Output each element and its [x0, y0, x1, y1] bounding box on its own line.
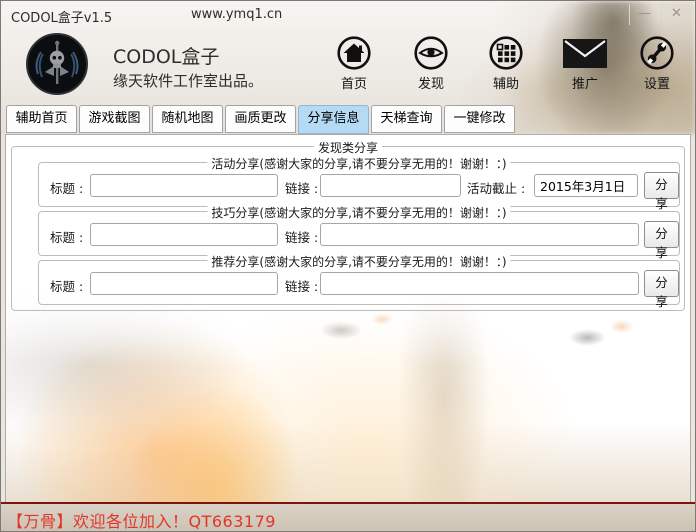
nav-item-home[interactable]: 首页 [322, 35, 386, 92]
close-icon: ✕ [671, 6, 682, 21]
nav-label-settings: 设置 [625, 73, 689, 92]
tab-onekey-modify[interactable]: 一键修改 [444, 105, 515, 133]
title-label: 标题 : [50, 276, 83, 295]
home-icon [322, 35, 386, 71]
minimize-button[interactable]: — [629, 4, 659, 25]
nav-item-promote[interactable]: 推广 [553, 35, 617, 92]
activity-share-button[interactable]: 分享 [644, 172, 679, 199]
tab-random-map[interactable]: 随机地图 [152, 105, 223, 133]
wrench-icon [625, 35, 689, 71]
tab-share-info[interactable]: 分享信息 [298, 105, 369, 134]
title-label: 标题 : [50, 178, 83, 197]
eye-icon [399, 35, 463, 71]
deadline-label: 活动截止 : [467, 178, 525, 197]
footer-bar: 【万骨】欢迎各位加入！QT663179 [1, 502, 695, 531]
title-label: 标题 : [50, 227, 83, 246]
recommend-title-input[interactable] [90, 272, 278, 295]
share-section-activity: 活动分享(感谢大家的分享,请不要分享无用的！谢谢！：) 标题 : 链接 : 活动… [38, 162, 680, 207]
link-label: 链接 : [285, 178, 318, 197]
share-section-recommend: 推荐分享(感谢大家的分享,请不要分享无用的！谢谢！：) 标题 : 链接 : 分享 [38, 260, 680, 305]
tab-game-screenshot[interactable]: 游戏截图 [79, 105, 150, 133]
share-section-recommend-legend: 推荐分享(感谢大家的分享,请不要分享无用的！谢谢！：) [207, 253, 510, 270]
nav-item-settings[interactable]: 设置 [625, 35, 689, 92]
nav-label-discover: 发现 [399, 73, 463, 92]
nav-label-assist: 辅助 [474, 73, 538, 92]
tab-bar: 辅助首页 游戏截图 随机地图 画质更改 分享信息 天梯查询 一键修改 [1, 101, 695, 134]
tips-title-input[interactable] [90, 223, 278, 246]
tips-share-button[interactable]: 分享 [644, 221, 679, 248]
app-name: CODOL盒子 [113, 42, 219, 69]
envelope-icon [553, 35, 617, 71]
share-section-tips: 技巧分享(感谢大家的分享,请不要分享无用的！谢谢！：) 标题 : 链接 : 分享 [38, 211, 680, 256]
titlebar: CODOL盒子v1.5 www.ymq1.cn — ✕ [1, 1, 695, 29]
minimize-icon: — [638, 6, 651, 21]
app-window: CODOL盒子v1.5 www.ymq1.cn — ✕ CODOL [0, 0, 696, 532]
share-section-tips-legend: 技巧分享(感谢大家的分享,请不要分享无用的！谢谢！：) [207, 204, 510, 221]
nav-item-discover[interactable]: 发现 [399, 35, 463, 92]
tab-ladder-query[interactable]: 天梯查询 [371, 105, 442, 133]
close-button[interactable]: ✕ [661, 4, 691, 25]
app-header: CODOL盒子 缘天软件工作室出品。 首页 发现 [1, 29, 695, 101]
recommend-share-button[interactable]: 分享 [644, 270, 679, 297]
content-panel: 发现类分享 活动分享(感谢大家的分享,请不要分享无用的！谢谢！：) 标题 : 链… [5, 134, 691, 504]
footer-announcement: 【万骨】欢迎各位加入！QT663179 [7, 508, 276, 532]
nav-label-promote: 推广 [553, 73, 617, 92]
window-site-url: www.ymq1.cn [191, 7, 282, 22]
nav-label-home: 首页 [322, 73, 386, 92]
tips-link-input[interactable] [320, 223, 639, 246]
activity-deadline-input[interactable] [534, 174, 638, 197]
app-tagline: 缘天软件工作室出品。 [113, 70, 263, 91]
nav-item-assist[interactable]: 辅助 [474, 35, 538, 92]
activity-title-input[interactable] [90, 174, 278, 197]
share-section-activity-legend: 活动分享(感谢大家的分享,请不要分享无用的！谢谢！：) [207, 155, 510, 172]
share-group-legend: 发现类分享 [314, 139, 382, 156]
grid-icon [474, 35, 538, 71]
tab-helper-home[interactable]: 辅助首页 [6, 105, 77, 133]
link-label: 链接 : [285, 227, 318, 246]
link-label: 链接 : [285, 276, 318, 295]
tab-quality-change[interactable]: 画质更改 [225, 105, 296, 133]
window-title: CODOL盒子v1.5 [11, 7, 112, 26]
skull-badge-logo-icon [25, 32, 89, 96]
recommend-link-input[interactable] [320, 272, 639, 295]
activity-link-input[interactable] [320, 174, 461, 197]
share-group: 发现类分享 活动分享(感谢大家的分享,请不要分享无用的！谢谢！：) 标题 : 链… [11, 146, 685, 311]
